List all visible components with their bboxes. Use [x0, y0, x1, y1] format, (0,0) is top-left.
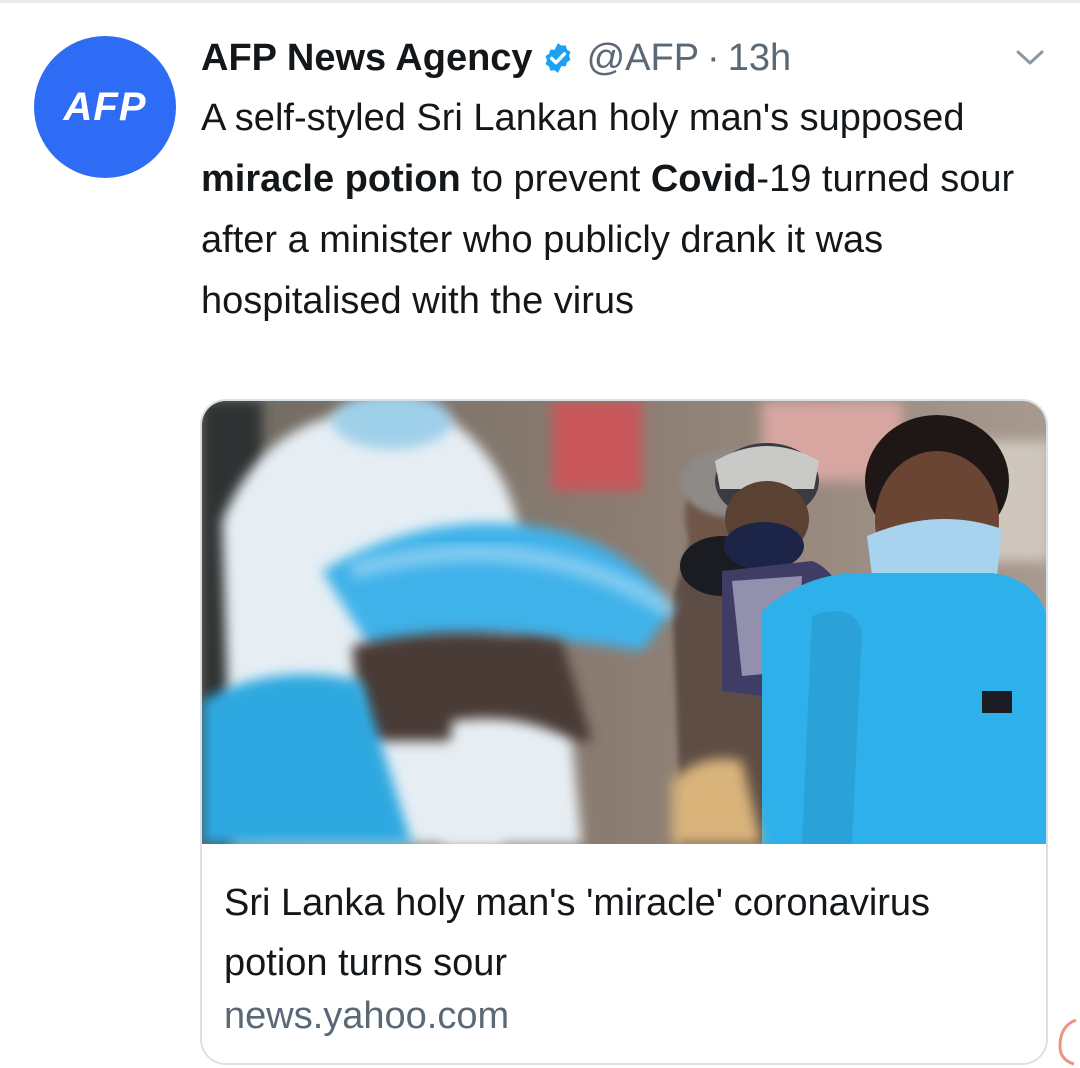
- chevron-down-icon[interactable]: [1008, 40, 1052, 74]
- tweet-text-part: A self-styled Sri Lankan holy man's supp…: [201, 97, 965, 139]
- card-image: [202, 401, 1046, 844]
- author-handle[interactable]: @AFP: [587, 37, 699, 80]
- header-separator: ·: [707, 36, 720, 79]
- tweet-header: AFP News Agency @AFP · 13h: [201, 30, 791, 86]
- corner-mark: [1058, 1018, 1077, 1066]
- avatar-logo-text: AFP: [63, 84, 147, 129]
- avatar[interactable]: AFP: [34, 36, 176, 178]
- link-preview-card[interactable]: Sri Lanka holy man's 'miracle' coronavir…: [200, 399, 1048, 1065]
- top-divider: [0, 0, 1080, 3]
- tweet-text: A self-styled Sri Lankan holy man's supp…: [201, 88, 1061, 332]
- verified-badge-icon: [541, 41, 575, 75]
- tweet-timestamp[interactable]: 13h: [728, 37, 791, 80]
- tweet-text-bold: miracle potion: [201, 158, 461, 200]
- author-name[interactable]: AFP News Agency: [201, 37, 533, 80]
- card-domain: news.yahoo.com: [224, 995, 510, 1037]
- tweet-text-bold: Covid: [650, 158, 757, 200]
- tweet-text-part: to prevent: [460, 158, 651, 200]
- card-title: Sri Lanka holy man's 'miracle' coronavir…: [224, 882, 931, 984]
